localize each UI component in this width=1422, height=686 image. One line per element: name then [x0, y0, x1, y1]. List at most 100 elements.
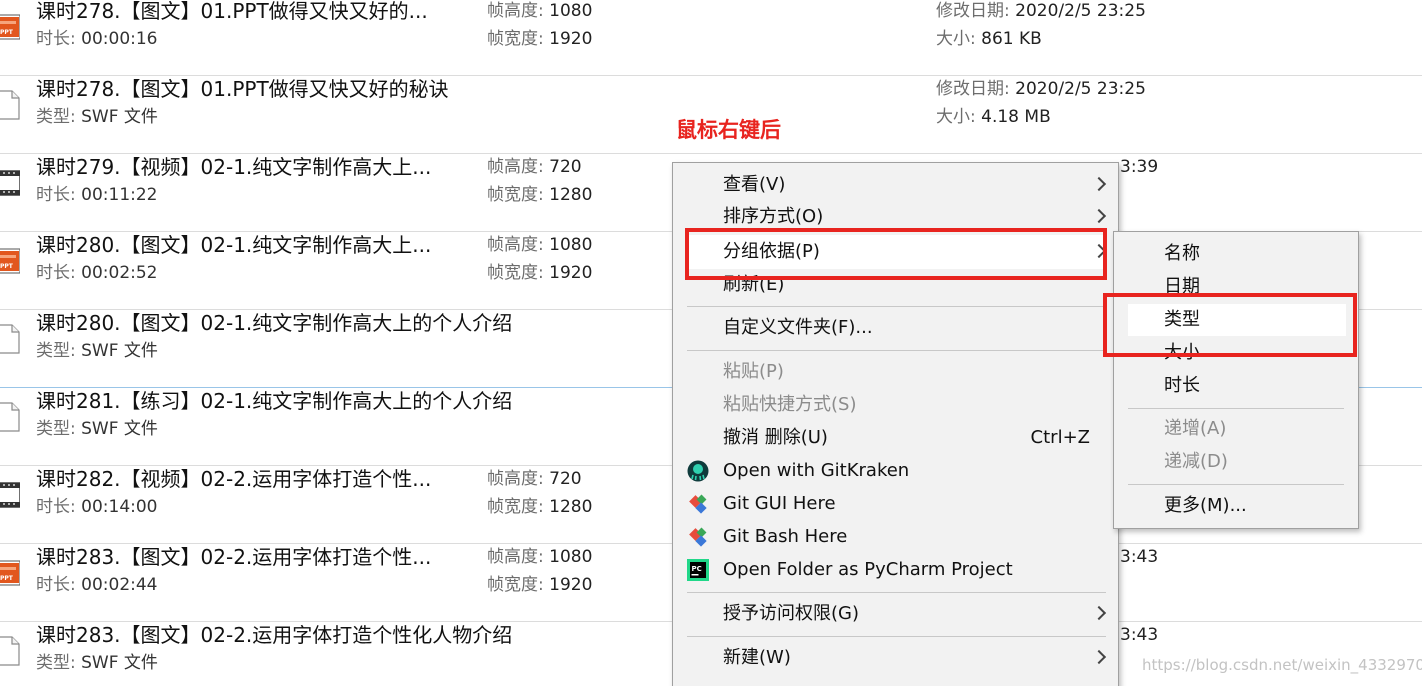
- menu-separator: [687, 592, 1106, 593]
- menu-separator: [687, 636, 1106, 637]
- file-property-value: 1280: [549, 185, 593, 205]
- menu-item-view[interactable]: 查看(V): [673, 169, 1118, 201]
- file-property-key: 大小:: [936, 107, 982, 127]
- file-name: 课时283.【图文】02-2.运用字体打造个性化人物介绍: [36, 623, 513, 647]
- file-detail: 时长: 00:02:44: [36, 572, 158, 598]
- file-property-key: 帧宽度:: [487, 263, 550, 283]
- submenu-item-descending[interactable]: 递减(D): [1114, 446, 1358, 478]
- chevron-right-icon: [1091, 605, 1107, 621]
- chevron-right-icon: [1091, 649, 1107, 665]
- file-property-key: 帧高度:: [487, 157, 550, 177]
- file-property-key: 帧高度:: [487, 235, 550, 255]
- menu-item-label: 查看(V): [723, 174, 786, 195]
- file-property: 帧高度: 720: [487, 466, 582, 492]
- file-name: 课时282.【视频】02-2.运用字体打造个性...: [36, 467, 432, 491]
- submenu-item-more[interactable]: 更多(M)...: [1114, 490, 1358, 522]
- file-detail: 时长: 00:02:52: [36, 260, 158, 286]
- file-property-value: 1080: [549, 235, 593, 255]
- file-property-value: 720: [549, 469, 582, 489]
- menu-separator: [687, 350, 1106, 351]
- file-row[interactable]: PPT 课时278.【图文】01.PPT做得又快又好的... 时长: 00:00:1…: [0, 0, 1422, 76]
- file-detail-value: SWF 文件: [81, 653, 158, 673]
- menu-separator: [1128, 484, 1344, 485]
- file-detail: 类型: SWF 文件: [36, 416, 158, 442]
- file-detail-value: 00:00:16: [81, 29, 158, 49]
- submenu-item-label: 更多(M)...: [1164, 495, 1247, 516]
- chevron-right-icon: [1091, 208, 1107, 224]
- file-detail-key: 时长:: [36, 29, 82, 49]
- menu-item-customize-folder[interactable]: 自定义文件夹(F)...: [673, 312, 1118, 344]
- file-property-key: 帧宽度:: [487, 29, 550, 49]
- menu-item-open-pycharm[interactable]: PC Open Folder as PyCharm Project: [673, 554, 1118, 586]
- file-property: 修改日期: 2020/2/5 23:25: [936, 0, 1146, 24]
- menu-item-label: 授予访问权限(G): [723, 603, 859, 624]
- file-property-value: 1920: [549, 263, 593, 283]
- file-detail: 类型: SWF 文件: [36, 338, 158, 364]
- menu-item-undo-delete[interactable]: 撤消 删除(U) Ctrl+Z: [673, 422, 1118, 454]
- menu-separator: [1128, 408, 1344, 409]
- file-property: 帧宽度: 1920: [487, 26, 592, 52]
- file-property: 帧宽度: 1280: [487, 494, 592, 520]
- ppt-video-file-icon: PPT: [0, 246, 21, 276]
- svg-text:PPT: PPT: [0, 29, 14, 36]
- svg-text:PPT: PPT: [0, 575, 14, 582]
- file-detail-value: SWF 文件: [81, 107, 158, 127]
- file-property: 帧宽度: 1920: [487, 572, 592, 598]
- submenu-item-name[interactable]: 名称: [1114, 238, 1358, 270]
- menu-item-label: Open Folder as PyCharm Project: [723, 559, 1013, 580]
- file-property: 3:43: [1120, 544, 1158, 570]
- menu-item-label: 撤消 删除(U): [723, 427, 828, 448]
- menu-item-label: Open with GitKraken: [723, 460, 910, 481]
- file-property-value: 1080: [549, 547, 593, 567]
- file-property: 3:43: [1120, 622, 1158, 648]
- menu-item-give-access[interactable]: 授予访问权限(G): [673, 598, 1118, 630]
- file-detail-value: 00:11:22: [81, 185, 158, 205]
- file-detail-value: 00:02:44: [81, 575, 158, 595]
- file-name: 课时278.【图文】01.PPT做得又快又好的...: [36, 0, 428, 23]
- submenu-item-ascending[interactable]: 递增(A): [1114, 413, 1358, 445]
- file-detail: 时长: 00:00:16: [36, 26, 158, 52]
- file-detail-key: 时长:: [36, 185, 82, 205]
- menu-item-paste[interactable]: 粘贴(P): [673, 356, 1118, 388]
- file-detail-value: SWF 文件: [81, 341, 158, 361]
- file-detail: 时长: 00:11:22: [36, 182, 158, 208]
- video-file-icon: [0, 168, 21, 198]
- menu-item-label: Git GUI Here: [723, 493, 836, 514]
- file-detail-key: 类型:: [36, 107, 82, 127]
- file-property: 帧高度: 1080: [487, 544, 592, 570]
- file-detail-value: 00:02:52: [81, 263, 158, 283]
- file-property-value: 1280: [549, 497, 593, 517]
- file-property: 帧宽度: 1280: [487, 182, 592, 208]
- submenu-item-label: 时长: [1164, 375, 1200, 396]
- menu-item-label: Git Bash Here: [723, 526, 848, 547]
- file-detail-key: 类型:: [36, 653, 82, 673]
- file-name: 课时278.【图文】01.PPT做得又快又好的秘诀: [36, 77, 449, 101]
- file-property-key: 帧高度:: [487, 469, 550, 489]
- file-name: 课时283.【图文】02-2.运用字体打造个性...: [36, 545, 432, 569]
- file-property: 帧高度: 1080: [487, 0, 592, 24]
- group-by-submenu: 名称 日期 类型 大小 时长 递增(A) 递减(D) 更多(M)...: [1113, 231, 1359, 529]
- menu-item-paste-shortcut[interactable]: 粘贴快捷方式(S): [673, 389, 1118, 421]
- git-bash-icon: [689, 527, 707, 547]
- ppt-video-file-icon: PPT: [0, 12, 21, 42]
- menu-item-open-gitkraken[interactable]: Open with GitKraken: [673, 455, 1118, 487]
- file-property-value: 3:43: [1120, 625, 1159, 645]
- file-detail: 类型: SWF 文件: [36, 650, 158, 676]
- chevron-right-icon: [1091, 176, 1107, 192]
- submenu-item-label: 递减(D): [1164, 451, 1228, 472]
- file-detail-value: 00:14:00: [81, 497, 158, 517]
- submenu-item-length[interactable]: 时长: [1114, 370, 1358, 402]
- menu-item-new[interactable]: 新建(W): [673, 642, 1118, 674]
- file-property: 帧高度: 1080: [487, 232, 592, 258]
- menu-item-git-bash[interactable]: Git Bash Here: [673, 521, 1118, 553]
- swf-file-icon: [0, 402, 20, 432]
- svg-text:PPT: PPT: [0, 263, 14, 270]
- file-property-value: 1920: [549, 29, 593, 49]
- file-property-key: 大小:: [936, 29, 982, 49]
- menu-item-git-gui[interactable]: Git GUI Here: [673, 488, 1118, 520]
- file-property: 3:39: [1120, 154, 1158, 180]
- menu-item-label: 粘贴快捷方式(S): [723, 394, 857, 415]
- swf-file-icon: [0, 636, 20, 666]
- file-detail-key: 时长:: [36, 263, 82, 283]
- file-property-key: 帧宽度:: [487, 497, 550, 517]
